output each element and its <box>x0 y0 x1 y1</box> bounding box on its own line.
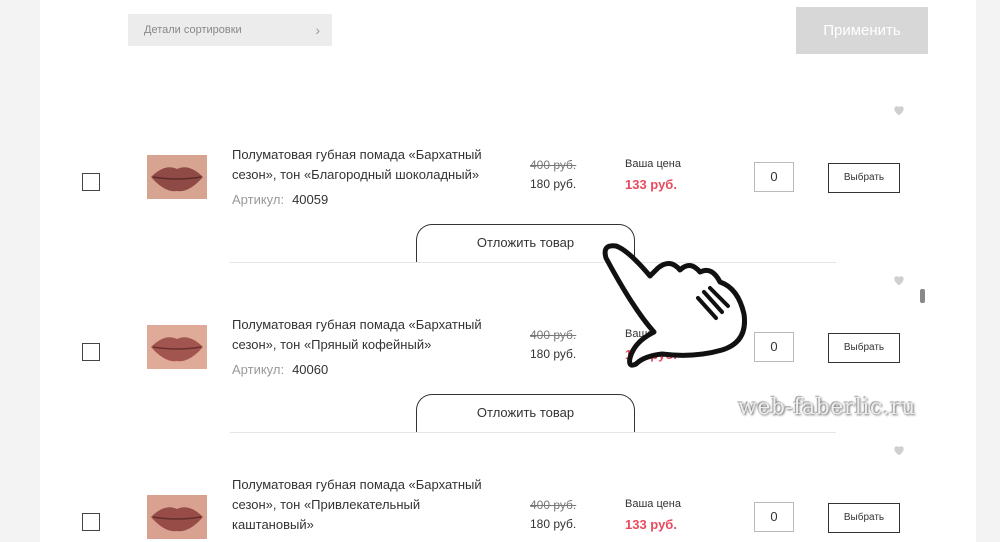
sku-label: Артикул: <box>232 362 285 377</box>
pointing-hand-icon <box>602 243 748 368</box>
quantity-input[interactable]: 0 <box>754 502 794 532</box>
product-sku: Артикул: 40059 <box>232 192 328 207</box>
product-image[interactable] <box>147 495 207 539</box>
price: 180 руб. <box>530 347 577 361</box>
sku-label: Артикул: <box>232 192 285 207</box>
your-price-label: Ваша цена <box>625 498 681 510</box>
heart-icon[interactable] <box>892 273 906 287</box>
your-price-label: Ваша цена <box>625 158 681 170</box>
your-price: 133 руб. <box>625 177 677 192</box>
price: 180 руб. <box>530 517 577 531</box>
quantity-input[interactable]: 0 <box>754 162 794 192</box>
lips-image <box>147 155 207 199</box>
product-title[interactable]: Полуматовая губная помада «Бархатный сез… <box>232 145 502 185</box>
old-price: 400 руб. <box>530 158 577 172</box>
product-checkbox[interactable] <box>82 343 100 361</box>
price: 180 руб. <box>530 177 577 191</box>
chevron-right-icon: › <box>315 22 320 38</box>
lips-image <box>147 495 207 539</box>
sku-value: 40060 <box>292 362 329 377</box>
sort-details-label: Детали сортировки <box>144 24 242 36</box>
row-divider <box>230 432 836 433</box>
product-checkbox[interactable] <box>82 513 100 531</box>
product-title[interactable]: Полуматовая губная помада «Бархатный сез… <box>232 475 494 535</box>
product-image[interactable] <box>147 155 207 199</box>
defer-button[interactable]: Отложить товар <box>416 394 635 432</box>
quantity-input[interactable]: 0 <box>754 332 794 362</box>
sort-details-field[interactable]: Детали сортировки › <box>128 14 332 46</box>
product-image[interactable] <box>147 325 207 369</box>
choose-button[interactable]: Выбрать <box>828 503 900 533</box>
old-price: 400 руб. <box>530 328 577 342</box>
scrollbar-thumb[interactable] <box>920 289 925 303</box>
product-sku: Артикул: 40060 <box>232 362 328 377</box>
choose-button[interactable]: Выбрать <box>828 163 900 193</box>
old-price: 400 руб. <box>530 498 577 512</box>
choose-button[interactable]: Выбрать <box>828 333 900 363</box>
watermark: web-faberlic.ru <box>738 395 916 420</box>
product-checkbox[interactable] <box>82 173 100 191</box>
product-title[interactable]: Полуматовая губная помада «Бархатный сез… <box>232 315 502 355</box>
heart-icon[interactable] <box>892 443 906 457</box>
sku-value: 40059 <box>292 192 329 207</box>
content-panel <box>40 0 976 542</box>
heart-icon[interactable] <box>892 103 906 117</box>
apply-button[interactable]: Применить <box>796 7 928 54</box>
lips-image <box>147 325 207 369</box>
your-price: 133 руб. <box>625 517 677 532</box>
